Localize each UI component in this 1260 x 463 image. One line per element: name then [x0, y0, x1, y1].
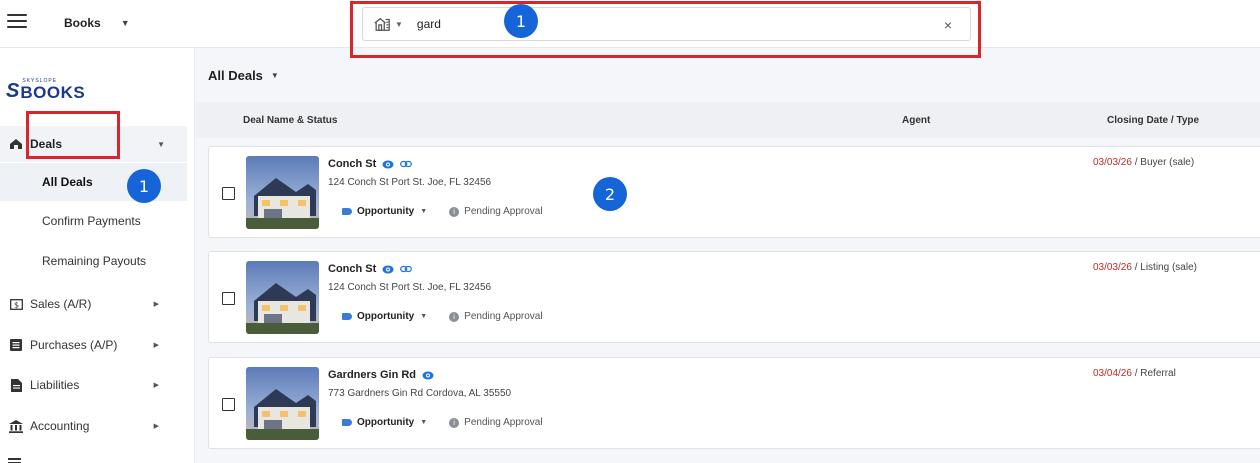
- tag-icon: [342, 208, 352, 215]
- column-header-closing[interactable]: Closing Date / Type: [1107, 115, 1199, 126]
- chevron-down-icon: ▼: [157, 139, 165, 149]
- deal-name[interactable]: Gardners Gin Rd: [328, 369, 416, 381]
- table-header: Deal Name & Status Agent Closing Date / …: [196, 102, 1260, 138]
- approval-status: Pending Approval: [464, 206, 543, 217]
- sidebar-item-label: Purchases (A/P): [30, 338, 118, 352]
- closing-date: 03/03/26: [1093, 262, 1132, 273]
- step-marker: 2: [593, 177, 627, 211]
- logo[interactable]: S SKYSLOPE BOOKS: [6, 78, 85, 101]
- sidebar-item-label: Liabilities: [30, 378, 80, 392]
- row-checkbox[interactable]: [222, 187, 235, 200]
- column-header-agent[interactable]: Agent: [902, 115, 930, 126]
- chevron-right-icon: ▶: [153, 301, 159, 308]
- logo-mark-icon: S: [6, 80, 20, 102]
- table-row[interactable]: Conch St 124 Conch St Port St. Joe, FL 3…: [208, 146, 1260, 238]
- sidebar-item-label: Confirm Payments: [42, 214, 141, 228]
- link-icon[interactable]: [400, 265, 413, 273]
- tag-icon: [342, 313, 352, 320]
- deal-name[interactable]: Conch St: [328, 263, 376, 275]
- menu-icon: [8, 458, 21, 463]
- sidebar-item-remaining-payouts[interactable]: Remaining Payouts: [0, 242, 187, 280]
- nav-highlight-box: [26, 111, 120, 159]
- sidebar-item-liabilities[interactable]: Liabilities ▶: [0, 366, 187, 404]
- table-row[interactable]: Gardners Gin Rd 773 Gardners Gin Rd Cord…: [208, 357, 1260, 449]
- status-dropdown[interactable]: Opportunity: [357, 206, 414, 217]
- page-title[interactable]: All Deals ▼: [208, 68, 279, 83]
- chevron-down-icon: ▼: [120, 18, 130, 28]
- closing-info: 03/04/26 / Referral: [1093, 368, 1176, 379]
- row-checkbox[interactable]: [222, 292, 235, 305]
- link-icon[interactable]: [400, 160, 413, 168]
- deal-name[interactable]: Conch St: [328, 158, 376, 170]
- chevron-down-icon: ▼: [270, 71, 279, 80]
- status-dropdown[interactable]: Opportunity: [357, 311, 414, 322]
- chevron-down-icon[interactable]: ▼: [420, 208, 427, 215]
- sidebar-item-label: Sales (A/R): [30, 297, 92, 311]
- status-dropdown[interactable]: Opportunity: [357, 417, 414, 428]
- closing-info: 03/03/26 / Buyer (sale): [1093, 157, 1194, 168]
- eye-icon[interactable]: [382, 160, 394, 169]
- closing-type: / Referral: [1131, 368, 1176, 379]
- menu-icon[interactable]: [7, 14, 27, 30]
- approval-status: Pending Approval: [464, 417, 543, 428]
- tag-icon: [342, 419, 352, 426]
- property-thumbnail[interactable]: [246, 367, 319, 440]
- eye-icon[interactable]: [422, 371, 434, 380]
- row-checkbox[interactable]: [222, 398, 235, 411]
- deal-address: 773 Gardners Gin Rd Cordova, AL 35550: [328, 388, 512, 399]
- info-icon: i: [449, 206, 460, 217]
- sidebar-item-purchases[interactable]: Purchases (A/P) ▶: [0, 326, 187, 364]
- info-icon: i: [449, 417, 460, 428]
- closing-type: / Listing (sale): [1131, 262, 1197, 273]
- dollar-icon: $: [8, 297, 24, 311]
- chevron-right-icon: ▶: [153, 423, 159, 430]
- deal-address: 124 Conch St Port St. Joe, FL 32456: [328, 282, 492, 293]
- property-thumbnail[interactable]: [246, 156, 319, 229]
- sidebar-item-confirm-payments[interactable]: Confirm Payments: [0, 202, 187, 240]
- eye-icon[interactable]: [382, 265, 394, 274]
- step-marker: 1: [504, 4, 538, 38]
- chevron-down-icon[interactable]: ▼: [420, 313, 427, 320]
- chevron-right-icon: ▶: [153, 342, 159, 349]
- sidebar-item-label: Accounting: [30, 419, 90, 433]
- sidebar-item-sales[interactable]: $ Sales (A/R) ▶: [0, 285, 187, 323]
- column-header-deal-name[interactable]: Deal Name & Status: [243, 115, 337, 126]
- chevron-right-icon: ▶: [153, 382, 159, 389]
- chevron-down-icon[interactable]: ▼: [420, 419, 427, 426]
- list-icon: [8, 338, 24, 352]
- sidebar-item-label: Remaining Payouts: [42, 254, 147, 268]
- org-name: Books: [64, 16, 101, 30]
- logo-text: BOOKS: [20, 83, 86, 102]
- deal-address: 124 Conch St Port St. Joe, FL 32456: [328, 177, 492, 188]
- bank-icon: [8, 419, 24, 433]
- search-highlight-box: [350, 1, 981, 58]
- document-icon: [8, 378, 24, 392]
- sidebar-item-label: All Deals: [42, 175, 93, 189]
- sidebar-item-accounting[interactable]: Accounting ▶: [0, 407, 187, 445]
- property-thumbnail[interactable]: [246, 261, 319, 334]
- closing-type: / Buyer (sale): [1131, 157, 1195, 168]
- closing-date: 03/03/26: [1093, 157, 1132, 168]
- closing-date: 03/04/26: [1093, 368, 1132, 379]
- step-marker: 1: [127, 169, 161, 203]
- approval-status: Pending Approval: [464, 311, 543, 322]
- closing-info: 03/03/26 / Listing (sale): [1093, 262, 1197, 273]
- table-row[interactable]: Conch St 124 Conch St Port St. Joe, FL 3…: [208, 251, 1260, 343]
- svg-text:$: $: [13, 300, 18, 309]
- org-switcher[interactable]: Books ▼: [64, 16, 130, 30]
- house-icon: [8, 137, 24, 151]
- info-icon: i: [449, 311, 460, 322]
